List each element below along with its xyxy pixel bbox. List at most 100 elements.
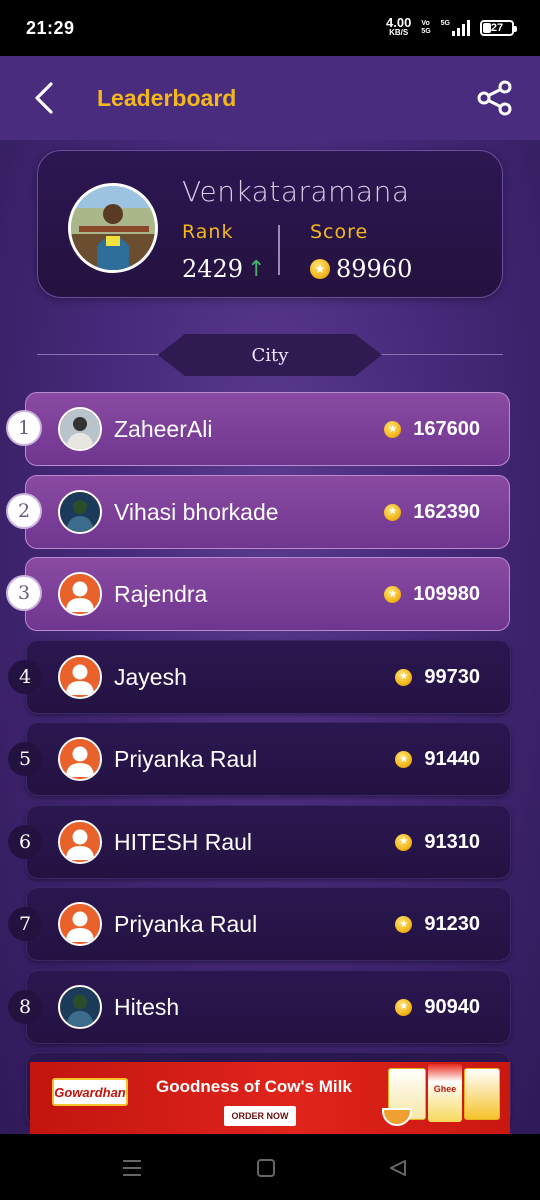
rank-badge: 1 <box>6 410 42 446</box>
player-score-value: 99730 <box>424 665 480 688</box>
back-button[interactable] <box>24 78 64 118</box>
leaderboard-row[interactable]: 5 Priyanka Raul ★ 91440 <box>0 722 540 798</box>
arrow-up-icon: ↑ <box>247 256 266 282</box>
rank-badge: 6 <box>8 824 42 859</box>
star-coin-icon: ★ <box>395 751 413 768</box>
user-score: ★ 89960 <box>310 255 412 283</box>
player-name: Jayesh <box>114 663 187 690</box>
volte-bottom-label: 5G <box>421 28 431 35</box>
star-coin-icon: ★ <box>395 668 413 686</box>
ad-banner[interactable]: Gowardhan Goodness of Cow's Milk ORDER N… <box>30 1062 510 1134</box>
player-score: ★ 162390 <box>384 501 480 524</box>
menu-icon <box>123 1160 141 1176</box>
player-name: Rajendra <box>114 581 208 607</box>
player-name: HITESH Raul <box>114 828 253 855</box>
player-avatar[interactable] <box>58 654 102 699</box>
player-score-value: 91440 <box>424 748 480 770</box>
player-score-value: 167600 <box>413 418 480 440</box>
player-score-value: 90940 <box>424 995 480 1018</box>
player-avatar[interactable] <box>58 819 102 864</box>
star-coin-icon: ★ <box>384 586 402 603</box>
status-bar: 21:29 4.00 KB/S Vo 5G 5G 27 <box>0 0 540 56</box>
rank-badge: 8 <box>8 989 42 1024</box>
leaderboard-screen: Leaderboard Venkataramana Rank Score 242… <box>0 56 540 1134</box>
star-coin-icon: ★ <box>310 259 330 279</box>
player-name: Priyanka Raul <box>114 746 258 772</box>
player-score: ★ 99730 <box>395 666 480 689</box>
share-button[interactable] <box>474 77 516 119</box>
leaderboard-row[interactable]: 4 Jayesh ★ 99730 <box>0 639 540 716</box>
ad-headline: Goodness of Cow's Milk <box>156 1077 352 1096</box>
leaderboard-row[interactable]: 1 ZaheerAli ★ 167600 <box>0 392 540 468</box>
ad-bowl-image <box>382 1108 412 1126</box>
player-score-value: 162390 <box>413 500 480 523</box>
leaderboard-row[interactable]: 6 HITESH Raul ★ 91310 <box>0 804 540 881</box>
star-coin-icon: ★ <box>395 916 413 933</box>
player-avatar[interactable] <box>58 407 102 451</box>
star-coin-icon: ★ <box>395 833 413 851</box>
square-icon <box>257 1159 275 1177</box>
divider-right <box>374 354 503 355</box>
player-score: ★ 167600 <box>384 418 480 441</box>
battery-icon: 27 <box>480 20 517 36</box>
star-coin-icon: ★ <box>384 421 402 438</box>
ad-product-image <box>464 1068 500 1120</box>
player-avatar[interactable] <box>58 737 102 781</box>
volte-top-label: Vo <box>421 20 430 27</box>
network-type-label: 5G <box>440 20 450 27</box>
system-back-button[interactable] <box>386 1156 410 1180</box>
ad-product-image: Ghee <box>428 1064 462 1122</box>
player-score: ★ 90940 <box>395 996 480 1019</box>
user-avatar[interactable] <box>68 183 158 273</box>
rank-badge: 4 <box>8 659 42 694</box>
player-avatar[interactable] <box>58 902 102 946</box>
user-profile-card: Venkataramana Rank Score 2429 ↑ ★ 89960 <box>37 150 503 298</box>
leaderboard-row[interactable]: 2 Vihasi bhorkade ★ 162390 <box>0 474 540 551</box>
leaderboard-row[interactable]: 7 Priyanka Raul ★ 91230 <box>0 887 540 963</box>
user-rank: 2429 ↑ <box>182 255 266 283</box>
player-score: ★ 91230 <box>395 913 480 936</box>
rank-label: Rank <box>182 221 234 243</box>
player-avatar[interactable] <box>58 572 102 616</box>
player-score: ★ 91310 <box>395 831 480 854</box>
status-time: 21:29 <box>26 17 75 38</box>
user-score-value: 89960 <box>336 255 413 283</box>
player-score-value: 91230 <box>424 913 480 935</box>
player-avatar[interactable] <box>58 984 102 1029</box>
stat-divider <box>278 225 280 275</box>
user-rank-value: 2429 <box>182 255 244 283</box>
user-name: Venkataramana <box>182 175 410 208</box>
player-score-value: 91310 <box>424 830 480 853</box>
net-speed-indicator: 4.00 KB/S <box>386 15 412 38</box>
battery-level: 27 <box>490 22 504 34</box>
star-coin-icon: ★ <box>395 998 413 1016</box>
ad-product-label: Ghee <box>433 1084 457 1094</box>
leaderboard-row[interactable]: 8 Hitesh ★ 90940 <box>0 969 540 1046</box>
player-score: ★ 91440 <box>395 748 480 771</box>
divider-left <box>37 354 167 355</box>
net-speed-value: 4.00 <box>386 15 412 30</box>
page-title: Leaderboard <box>97 84 237 111</box>
rank-badge: 7 <box>8 907 42 941</box>
score-label: Score <box>310 221 369 243</box>
rank-badge: 5 <box>8 742 42 776</box>
player-score-value: 109980 <box>413 583 480 605</box>
leaderboard-row[interactable]: 3 Rajendra ★ 109980 <box>0 557 540 633</box>
share-icon <box>477 80 512 116</box>
volte-icon: Vo 5G <box>421 20 430 36</box>
filter-tab-city[interactable]: City <box>158 334 382 376</box>
chevron-left-icon <box>35 82 53 114</box>
ad-order-button[interactable]: ORDER NOW <box>224 1106 296 1126</box>
player-name: Priyanka Raul <box>114 911 258 937</box>
signal-icon: 5G <box>441 20 470 36</box>
player-name: Hitesh <box>114 993 180 1020</box>
status-icons: 4.00 KB/S Vo 5G 5G 27 <box>386 15 517 38</box>
player-name: ZaheerAli <box>114 416 213 442</box>
player-avatar[interactable] <box>58 489 102 534</box>
star-coin-icon: ★ <box>384 503 402 521</box>
recent-apps-button[interactable] <box>120 1156 144 1180</box>
system-nav-bar <box>0 1134 540 1200</box>
player-score: ★ 109980 <box>384 583 480 606</box>
ad-brand-logo: Gowardhan <box>52 1078 128 1106</box>
home-button[interactable] <box>254 1156 278 1180</box>
